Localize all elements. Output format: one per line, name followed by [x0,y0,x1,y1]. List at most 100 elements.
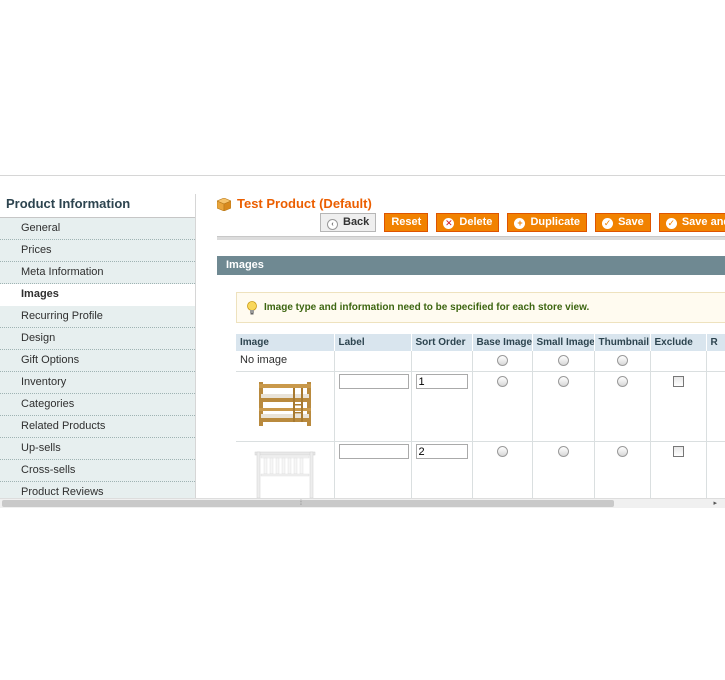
col-remove: R [706,334,725,351]
save-button[interactable]: ✓ Save [595,213,651,232]
back-arrow-icon: ‹ [327,219,338,230]
delete-button[interactable]: ✕ Delete [436,213,500,232]
scrollbar-thumb[interactable] [2,500,614,507]
small-image-radio[interactable] [557,446,569,457]
back-button[interactable]: ‹ Back [320,213,377,232]
back-label: Back [343,216,370,228]
col-label: Label [334,334,412,351]
cell [650,441,707,506]
cell [594,441,651,506]
reset-label: Reset [391,216,422,228]
scrollbar-grip-icon: ⁞ [300,500,302,507]
cell [411,351,473,372]
base-image-radio[interactable] [496,355,508,366]
sidebar-item-recurring-profile[interactable]: Recurring Profile [0,306,195,328]
images-grid: Image Label Sort Order Base Image Small … [236,334,725,506]
small-image-radio[interactable] [557,376,569,387]
cell [706,441,725,506]
check-icon: ✓ [602,218,614,229]
sidebar-item-meta-information[interactable]: Meta Information [0,262,195,284]
base-image-radio[interactable] [496,376,508,387]
cell [594,351,651,372]
col-thumbnail: Thumbnail [594,334,651,351]
sidebar-item-design[interactable]: Design [0,328,195,350]
sort-cell [411,441,473,506]
save-continue-label: Save and C [681,216,725,228]
cell [650,351,707,372]
no-image-row: No image [236,351,725,372]
reset-button[interactable]: Reset [384,213,429,232]
action-buttons: ‹ Back Reset ✕ Delete + Duplicate ✓ Save ✓ Sa… [320,213,725,232]
sidebar-item-prices[interactable]: Prices [0,240,195,262]
table-row [236,441,725,506]
save-label: Save [618,216,644,228]
images-section-header: Images [217,256,725,275]
save-and-continue-button[interactable]: ✓ Save and C [658,213,725,232]
cell [650,371,707,442]
sidebar-divider [195,194,196,508]
cell [472,371,533,442]
exclude-checkbox[interactable] [672,376,684,387]
lightbulb-icon [247,301,257,315]
sidebar-title: Product Information [0,194,195,218]
thumbnail-radio[interactable] [616,446,628,457]
exclude-checkbox[interactable] [672,446,684,457]
sidebar-item-up-sells[interactable]: Up-sells [0,438,195,460]
header-divider [217,236,725,240]
cell [706,371,725,442]
sort-order-input[interactable] [415,444,468,459]
col-small-image: Small Image [532,334,595,351]
col-base-image: Base Image [472,334,533,351]
sidebar-item-inventory[interactable]: Inventory [0,372,195,394]
cell [472,351,533,372]
delete-label: Delete [459,216,493,228]
sidebar-item-related-products[interactable]: Related Products [0,416,195,438]
duplicate-label: Duplicate [530,216,580,228]
cell [472,441,533,506]
table-row [236,371,725,442]
plus-icon: + [514,218,526,229]
sidebar-item-images[interactable]: Images [0,284,195,306]
duplicate-button[interactable]: + Duplicate [507,213,587,232]
sidebar-item-gift-options[interactable]: Gift Options [0,350,195,372]
sidebar-item-general[interactable]: General [0,218,195,240]
cell [532,441,595,506]
cell [532,371,595,442]
label-cell [334,441,412,506]
sort-order-input[interactable] [415,374,468,389]
horizontal-scrollbar[interactable]: ⁞ ▸ [0,498,725,508]
label-input[interactable] [338,374,409,389]
col-image: Image [236,334,335,351]
no-image-label: No image [236,351,335,372]
bunk-bed-image [258,382,311,426]
delete-x-icon: ✕ [443,218,455,229]
label-cell [334,371,412,442]
cell [594,371,651,442]
cell [706,351,725,372]
base-image-radio[interactable] [496,446,508,457]
admin-viewport: Product Information General Prices Meta In… [0,175,725,508]
check-icon: ✓ [665,218,677,229]
col-exclude: Exclude [650,334,707,351]
notice-text: Image type and information need to be sp… [264,302,590,313]
col-sort-order: Sort Order [411,334,473,351]
label-input[interactable] [338,444,409,459]
sidebar-item-cross-sells[interactable]: Cross-sells [0,460,195,482]
thumbnail-radio[interactable] [616,376,628,387]
headboard-image [254,451,315,499]
thumbnail-radio[interactable] [616,355,628,366]
grid-header-row: Image Label Sort Order Base Image Small … [236,334,725,351]
sidebar-tabs: General Prices Meta Information Images Recur… [0,218,195,504]
small-image-radio[interactable] [557,355,569,366]
image-cell [236,371,335,442]
cell [532,351,595,372]
product-info-sidebar: Product Information General Prices Meta In… [0,194,195,504]
page-title: Test Product (Default) [237,196,372,211]
sidebar-item-categories[interactable]: Categories [0,394,195,416]
cell [334,351,412,372]
scroll-right-arrow-icon[interactable]: ▸ [713,499,717,508]
product-cube-icon [217,198,231,211]
notice-box: Image type and information need to be sp… [236,292,725,323]
sort-cell [411,371,473,442]
image-cell [236,441,335,506]
